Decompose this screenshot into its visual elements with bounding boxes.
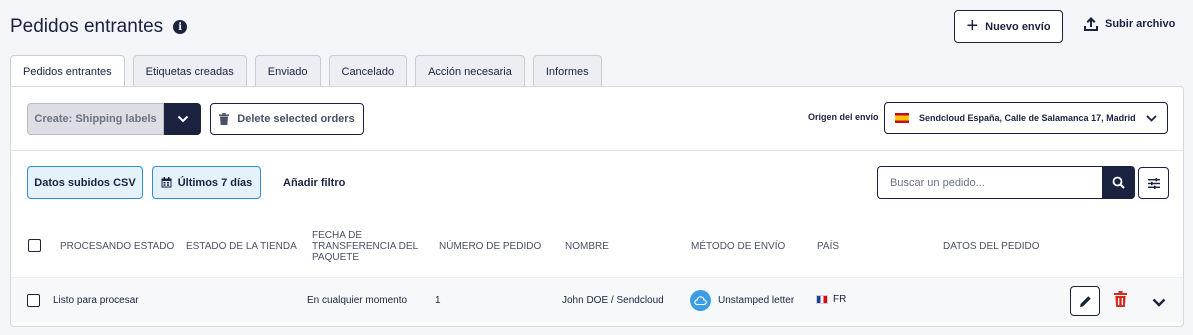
france-flag-icon <box>816 295 828 304</box>
select-all-checkbox[interactable] <box>28 239 41 252</box>
column-header-name[interactable]: NOMBRE <box>565 241 609 252</box>
origin-select[interactable]: Sendcloud España, Calle de Salamanca 17,… <box>884 102 1168 134</box>
tab-action-required[interactable]: Acción necesaria <box>415 55 525 87</box>
column-header-order-number[interactable]: NÚMERO DE PEDIDO <box>439 241 541 252</box>
upload-file-button[interactable]: Subir archivo <box>1083 16 1175 32</box>
row-order-number: 1 <box>435 295 441 306</box>
calendar-icon <box>161 177 172 188</box>
tab-shipped[interactable]: Enviado <box>254 55 321 87</box>
column-header-method[interactable]: MÉTODO DE ENVÍO <box>691 241 785 252</box>
spain-flag-icon <box>895 113 909 123</box>
tab-label: Acción necesaria <box>428 65 512 78</box>
row-name: John DOE / Sendcloud <box>562 295 664 306</box>
info-icon[interactable]: i <box>173 20 188 34</box>
table-row[interactable]: Listo para procesar En cualquier momento… <box>11 277 1183 322</box>
search-button[interactable] <box>1102 166 1135 199</box>
search-placeholder: Buscar un pedido... <box>890 176 985 189</box>
upload-icon <box>1084 17 1098 31</box>
tab-label: Cancelado <box>341 65 395 78</box>
column-header-status[interactable]: PROCESANDO ESTADO <box>60 241 174 252</box>
create-labels-button[interactable]: Create: Shipping labels <box>27 103 164 135</box>
column-header-country[interactable]: PAÍS <box>817 241 839 252</box>
trash-icon <box>219 113 230 125</box>
origin-value: Sendcloud España, Calle de Salamanca 17,… <box>919 113 1136 123</box>
column-header-transfer-date[interactable]: FECHA DE TRANSFERENCIA DEL PAQUETE <box>312 230 422 263</box>
tab-label: Pedidos entrantes <box>23 66 112 78</box>
tab-label: Etiquetas creadas <box>145 65 234 78</box>
chevron-down-icon <box>1146 114 1157 122</box>
add-filter-link[interactable]: Añadir filtro <box>283 177 345 189</box>
tab-incoming-orders[interactable]: Pedidos entrantes <box>10 55 125 88</box>
tab-label: Informes <box>545 65 589 78</box>
row-status: Listo para procesar <box>53 295 139 306</box>
page-title: Pedidos entrantes <box>10 16 164 37</box>
create-labels-label: Create: Shipping labels <box>34 113 157 125</box>
chevron-down-icon <box>177 115 188 123</box>
chevron-down-icon <box>1152 298 1166 307</box>
search-icon <box>1112 176 1125 189</box>
edit-order-button[interactable] <box>1070 286 1100 316</box>
row-transfer-date: En cualquier momento <box>307 295 408 306</box>
row-method: Unstamped letter <box>690 290 794 311</box>
row-checkbox[interactable] <box>27 294 40 307</box>
column-settings-button[interactable] <box>1138 167 1169 199</box>
tab-cancelled[interactable]: Cancelado <box>328 55 408 87</box>
date-filter-chip[interactable]: Últimos 7 días <box>152 166 261 199</box>
create-labels-group: Create: Shipping labels <box>27 103 201 135</box>
origin-label: Origen del envío <box>808 112 879 122</box>
trash-icon <box>1114 291 1127 307</box>
divider <box>11 150 1183 151</box>
new-shipment-label: Nuevo envío <box>985 20 1051 33</box>
orders-panel: Create: Shipping labels Delete selected … <box>10 86 1184 327</box>
row-country-code: FR <box>833 294 847 305</box>
csv-filter-label: Datos subidos CSV <box>34 176 136 189</box>
tab-created-labels[interactable]: Etiquetas creadas <box>132 55 247 87</box>
new-shipment-button[interactable]: + Nuevo envío <box>954 10 1063 43</box>
search-input[interactable]: Buscar un pedido... <box>877 166 1102 199</box>
upload-file-label: Subir archivo <box>1105 18 1176 30</box>
delete-selected-button[interactable]: Delete selected orders <box>210 103 364 135</box>
column-header-order-data[interactable]: DATOS DEL PEDIDO <box>943 241 1040 252</box>
plus-icon: + <box>966 14 979 37</box>
csv-filter-chip[interactable]: Datos subidos CSV <box>27 166 143 199</box>
tab-bar: Pedidos entrantes Etiquetas creadas Envi… <box>10 55 602 88</box>
column-header-store-status[interactable]: ESTADO DE LA TIENDA <box>186 241 297 252</box>
cloud-icon <box>690 290 711 311</box>
page-title-wrap: Pedidos entrantes i <box>10 16 188 38</box>
expand-row-button[interactable] <box>1152 294 1166 312</box>
sliders-icon <box>1147 177 1160 189</box>
row-method-label: Unstamped letter <box>718 295 795 306</box>
create-labels-dropdown-button[interactable] <box>164 103 201 135</box>
date-filter-label: Últimos 7 días <box>177 176 253 189</box>
pencil-icon <box>1079 295 1091 307</box>
tab-label: Enviado <box>267 65 308 78</box>
delete-selected-label: Delete selected orders <box>237 113 355 125</box>
row-country: FR <box>816 294 846 305</box>
delete-order-button[interactable] <box>1114 291 1127 312</box>
tab-reports[interactable]: Informes <box>532 55 602 87</box>
